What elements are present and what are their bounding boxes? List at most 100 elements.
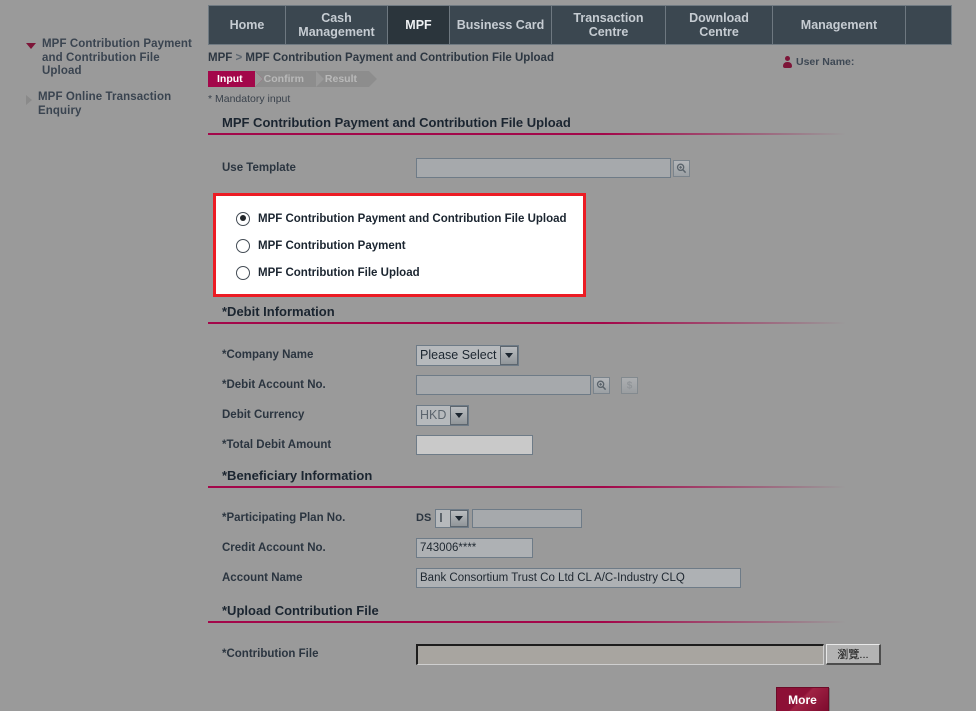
form-header-section: MPF Contribution Payment and Contributio…	[208, 115, 976, 135]
beneficiary-information-title: *Beneficiary Information	[222, 468, 373, 483]
chevron-down-icon[interactable]	[450, 509, 469, 527]
option-row-file-upload[interactable]: MPF Contribution File Upload	[216, 259, 583, 286]
breadcrumb-current: MPF Contribution Payment and Contributio…	[245, 52, 554, 64]
account-name-field	[416, 568, 741, 588]
participating-plan-field: DS I	[416, 508, 583, 528]
nav-filler	[906, 6, 951, 44]
account-name-input	[416, 568, 741, 588]
step-indicator: Input Confirm Result	[208, 71, 976, 87]
contribution-file-field: 瀏覽...	[416, 643, 881, 665]
nav-tab-business-card[interactable]: Business Card	[450, 6, 552, 44]
total-debit-amount-input[interactable]	[416, 435, 533, 455]
radio-icon[interactable]	[236, 265, 250, 280]
radio-icon-selected[interactable]	[236, 211, 250, 226]
use-template-search-button[interactable]	[673, 159, 690, 177]
nav-tab-management[interactable]: Management	[773, 6, 906, 44]
debit-account-balance-button[interactable]: $	[621, 376, 638, 394]
sidebar-item-mpf-online-transaction-enquiry[interactable]: MPF Online Transaction Enquiry	[26, 91, 201, 118]
plan-no-select[interactable]: I	[435, 508, 470, 528]
participating-plan-label: *Participating Plan No.	[222, 512, 346, 524]
row-account-name: Account Name	[208, 563, 976, 593]
total-debit-amount-field	[416, 435, 533, 455]
option-label: MPF Contribution Payment and Contributio…	[258, 212, 567, 225]
company-name-label: *Company Name	[222, 349, 314, 361]
section-divider	[208, 486, 846, 488]
row-contribution-file: *Contribution File 瀏覽...	[208, 639, 976, 669]
debit-information-section: *Debit Information	[208, 304, 976, 324]
option-row-payment-and-upload[interactable]: MPF Contribution Payment and Contributio…	[216, 205, 583, 232]
nav-tab-mpf[interactable]: MPF	[388, 6, 450, 44]
debit-account-label: *Debit Account No.	[222, 379, 326, 391]
caret-down-icon	[26, 43, 36, 49]
breadcrumb-separator: >	[235, 52, 243, 64]
section-divider	[208, 621, 846, 623]
radio-icon[interactable]	[236, 238, 250, 253]
account-name-label: Account Name	[222, 572, 303, 584]
contribution-file-path-input[interactable]	[416, 643, 824, 665]
use-template-label: Use Template	[222, 162, 296, 174]
more-button[interactable]: More	[776, 687, 829, 711]
debit-account-input[interactable]	[416, 375, 591, 395]
chevron-down-icon[interactable]	[450, 405, 469, 425]
nav-tab-home[interactable]: Home	[209, 6, 286, 44]
page-title: MPF Contribution Payment and Contributio…	[222, 115, 571, 130]
row-total-debit-amount: *Total Debit Amount	[208, 430, 976, 460]
main-navigation: Home Cash Management MPF Business Card T…	[208, 5, 952, 45]
step-confirm: Confirm	[254, 71, 325, 87]
beneficiary-information-section: *Beneficiary Information	[208, 468, 976, 488]
option-label: MPF Contribution File Upload	[258, 266, 420, 279]
debit-currency-select[interactable]: HKD	[416, 404, 470, 426]
debit-currency-field: HKD	[416, 404, 470, 426]
credit-account-field	[416, 538, 533, 558]
payment-type-option-group: MPF Contribution Payment and Contributio…	[213, 193, 586, 297]
step-input[interactable]: Input	[208, 71, 263, 87]
sidebar-item-mpf-contribution-payment-and-contribution-file-upload[interactable]: MPF Contribution Payment and Contributio…	[26, 38, 201, 79]
breadcrumb-root[interactable]: MPF	[208, 52, 232, 64]
credit-account-input	[416, 538, 533, 558]
debit-account-field: $	[416, 375, 638, 395]
action-bar: More	[208, 687, 829, 711]
use-template-input[interactable]	[416, 158, 671, 178]
sidebar: MPF Contribution Payment and Contributio…	[0, 0, 208, 711]
sidebar-item-label: MPF Online Transaction Enquiry	[38, 91, 172, 117]
contribution-file-browse-button[interactable]: 瀏覽...	[826, 643, 881, 665]
upload-section-title: *Upload Contribution File	[222, 603, 379, 618]
section-divider	[208, 322, 846, 324]
content-area: MPF > MPF Contribution Payment and Contr…	[208, 52, 976, 711]
row-participating-plan-no: *Participating Plan No. DS I	[208, 503, 976, 533]
debit-currency-value: HKD	[420, 408, 447, 422]
page-root: MPF Contribution Payment and Contributio…	[0, 0, 976, 711]
caret-right-icon	[26, 95, 32, 105]
row-credit-account-no: Credit Account No.	[208, 533, 976, 563]
option-row-payment[interactable]: MPF Contribution Payment	[216, 232, 583, 259]
chevron-down-icon[interactable]	[500, 345, 519, 365]
option-label: MPF Contribution Payment	[258, 239, 406, 252]
debit-account-search-button[interactable]	[593, 376, 610, 394]
row-debit-account-no: *Debit Account No. $	[208, 370, 976, 400]
use-template-field	[416, 158, 690, 178]
plan-no-input[interactable]	[472, 508, 583, 528]
sidebar-item-label: MPF Contribution Payment and Contributio…	[42, 38, 192, 77]
breadcrumb: MPF > MPF Contribution Payment and Contr…	[208, 52, 976, 64]
company-name-field: Please Select	[416, 344, 520, 366]
nav-tab-transaction-centre[interactable]: Transaction Centre	[552, 6, 666, 44]
credit-account-label: Credit Account No.	[222, 542, 326, 554]
mandatory-note: * Mandatory input	[208, 93, 291, 105]
step-result: Result	[315, 71, 378, 87]
plan-no-select-value: I	[439, 511, 443, 525]
row-company-name: *Company Name Please Select	[208, 340, 976, 370]
svg-text:$: $	[627, 381, 633, 392]
section-divider	[208, 133, 846, 135]
nav-tab-download-centre[interactable]: Download Centre	[666, 6, 773, 44]
row-debit-currency: Debit Currency HKD	[208, 400, 976, 430]
total-debit-amount-label: *Total Debit Amount	[222, 439, 332, 451]
debit-information-title: *Debit Information	[222, 304, 335, 319]
row-use-template: Use Template	[208, 153, 976, 183]
plan-no-prefix: DS	[416, 512, 432, 524]
user-name-label: User Name:	[796, 56, 855, 68]
company-name-value: Please Select	[420, 348, 497, 362]
upload-contribution-file-section: *Upload Contribution File	[208, 603, 976, 623]
company-name-select[interactable]: Please Select	[416, 344, 520, 366]
contribution-file-label: *Contribution File	[222, 648, 319, 660]
nav-tab-cash-management[interactable]: Cash Management	[286, 6, 388, 44]
